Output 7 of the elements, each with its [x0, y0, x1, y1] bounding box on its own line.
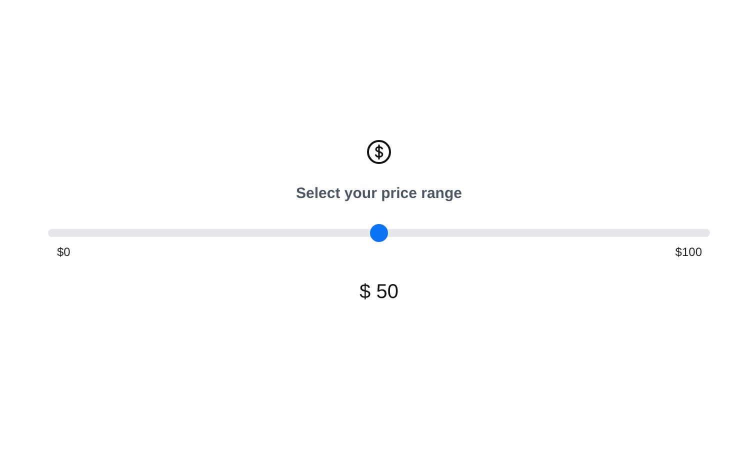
max-label: $100: [675, 245, 702, 259]
slider-thumb[interactable]: [370, 224, 388, 242]
price-slider[interactable]: [48, 224, 710, 242]
price-value: $ 50: [360, 281, 398, 304]
dollar-coin-icon: [366, 139, 392, 165]
prompt-label: Select your price range: [296, 185, 462, 202]
min-label: $0: [57, 245, 70, 259]
